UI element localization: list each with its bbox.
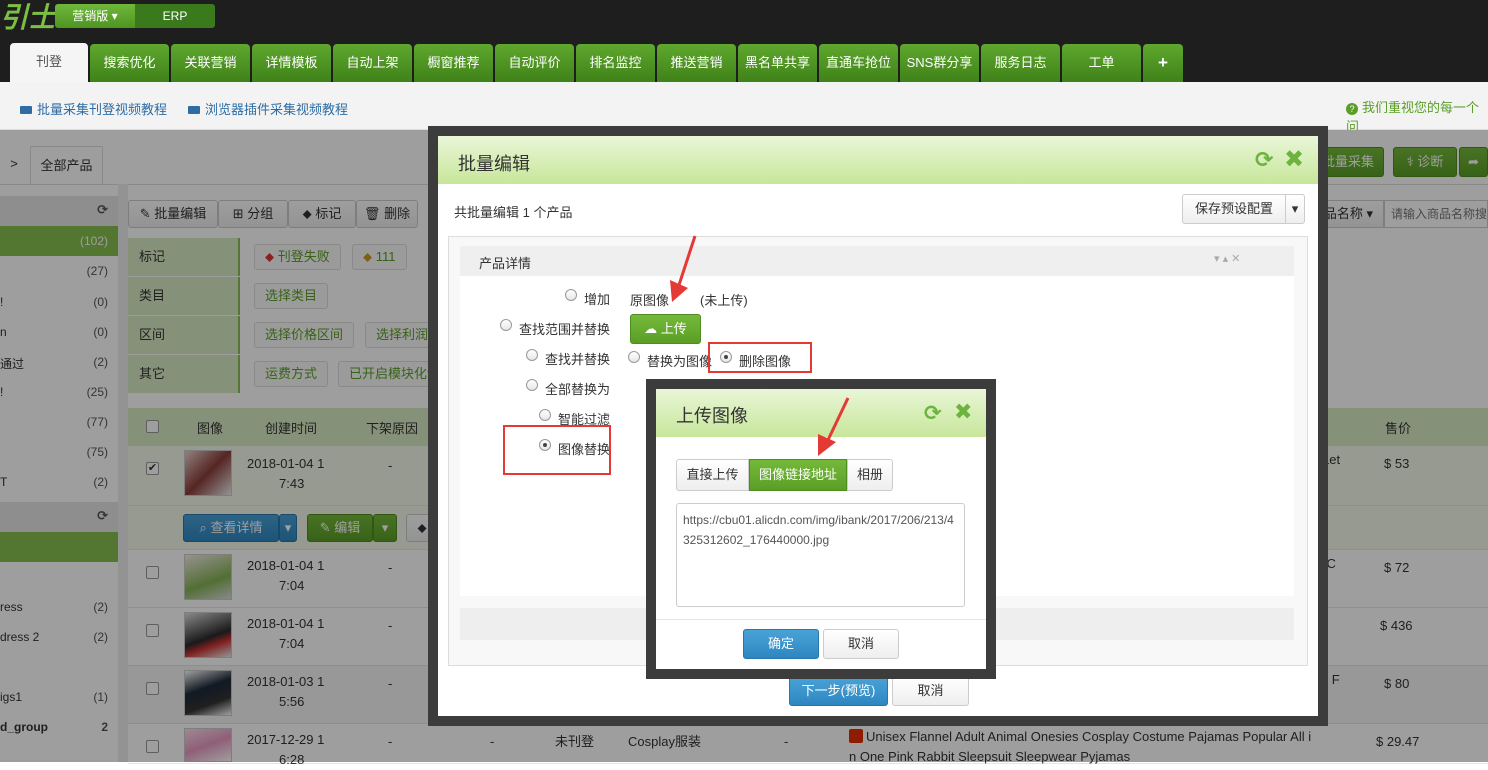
arrow-to-original-image	[676, 235, 697, 289]
arrow-to-url-tab	[826, 397, 850, 441]
annotation-arrows	[670, 235, 850, 456]
arrowhead	[818, 434, 836, 456]
